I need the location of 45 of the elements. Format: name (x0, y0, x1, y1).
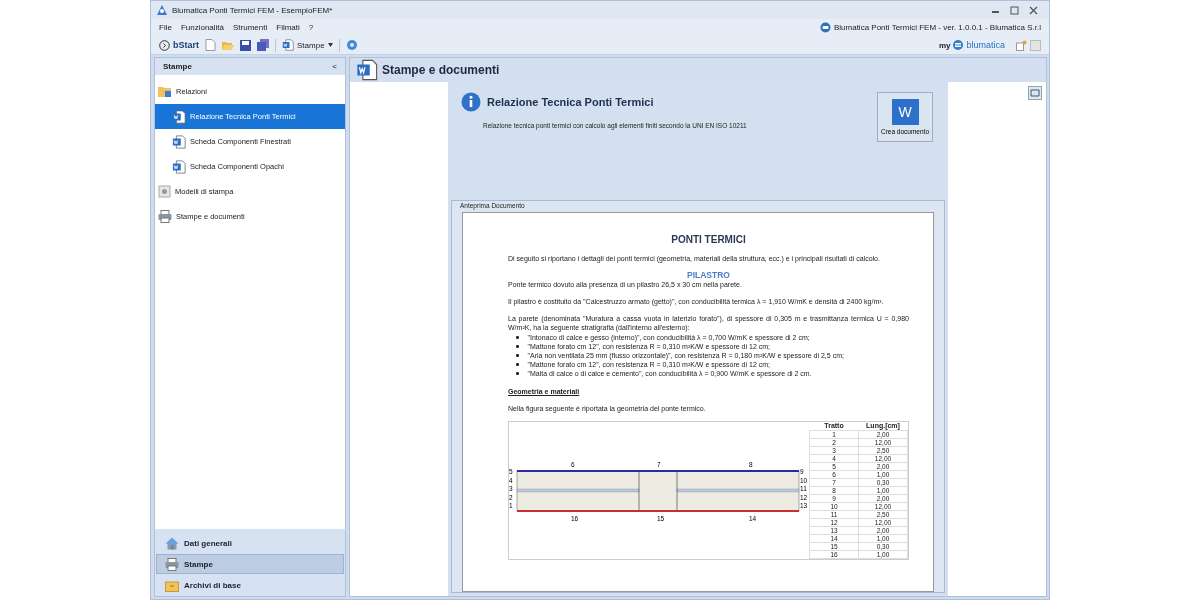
collapse-toggle[interactable]: < (332, 62, 337, 71)
archive-box-icon (165, 578, 179, 592)
save-all-icon[interactable] (257, 39, 269, 51)
print-dropdown-button[interactable]: Stampe (282, 39, 333, 51)
brand-logo-icon (953, 40, 964, 50)
section-title: PILASTRO (686, 271, 731, 280)
document-icon (172, 109, 186, 124)
play-circle-icon (159, 39, 170, 51)
gear-document-icon (158, 185, 171, 198)
document-icon[interactable] (1030, 39, 1041, 51)
menu-item[interactable]: Funzionalità (180, 23, 225, 32)
printer-icon (165, 557, 179, 571)
printer-icon (158, 210, 172, 223)
brand-name: blumatica (966, 40, 1005, 50)
settings-icon[interactable] (345, 39, 358, 51)
sidebar-title: Stampe (163, 62, 192, 71)
app-logo-icon (156, 4, 168, 16)
document-icon (172, 134, 186, 149)
document-icon (282, 39, 294, 51)
menu-item[interactable]: Filmati (276, 23, 300, 32)
brand-prefix: my (938, 40, 951, 50)
app-version-text: Blumatica Ponti Termici FEM - ver. 1.0.0.1 - Blumatica S.r.l (833, 23, 1041, 32)
house-icon (165, 536, 179, 550)
document-title: PONTI TERMICI (670, 235, 747, 244)
nav-item[interactable]: Dati generali (156, 533, 344, 553)
report-title: Relazione Tecnica Ponti Termici (487, 96, 654, 108)
new-file-icon[interactable] (205, 39, 216, 51)
fit-width-icon[interactable] (1028, 86, 1042, 100)
nav-item[interactable]: Stampe (156, 554, 344, 574)
document-icon (172, 159, 186, 174)
nav-item[interactable]: Archivi di base (156, 575, 344, 595)
bstart-button[interactable]: bStart (159, 39, 199, 51)
menu-item[interactable]: ? (308, 23, 314, 32)
folder-icon (158, 85, 172, 98)
close-icon[interactable] (1029, 5, 1038, 15)
window-title: Blumatica Ponti Termici FEM - EsempioFEM* (172, 5, 333, 15)
panel-title: Stampe e documenti (382, 63, 500, 77)
document-icon (356, 59, 378, 81)
maximize-icon[interactable] (1010, 5, 1019, 15)
info-icon (461, 92, 481, 112)
caret-icon (327, 43, 333, 47)
open-folder-icon[interactable] (222, 39, 234, 51)
save-icon[interactable] (240, 39, 251, 51)
menu-item[interactable]: File (159, 23, 172, 32)
menu-item[interactable]: Strumenti (233, 23, 268, 32)
